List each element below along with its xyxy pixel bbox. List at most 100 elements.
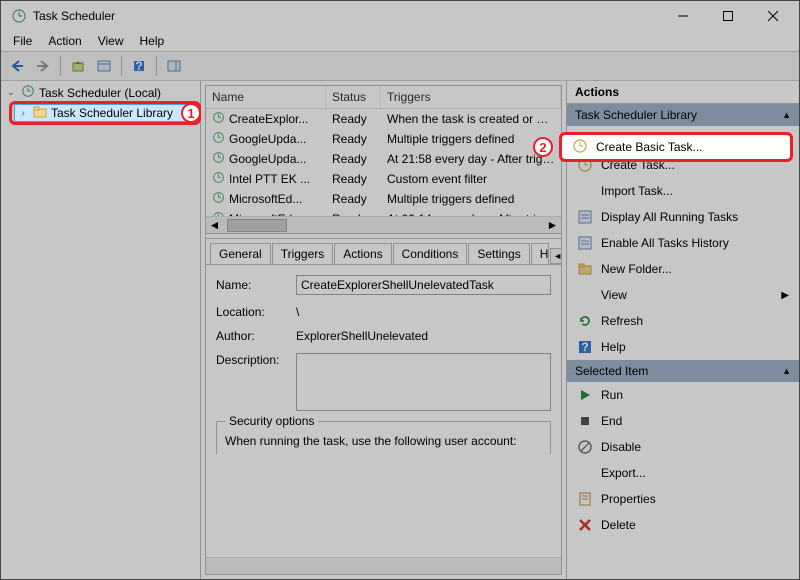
action-view[interactable]: View▶ <box>567 282 799 308</box>
forward-button[interactable] <box>31 54 55 78</box>
delete-icon <box>577 517 593 533</box>
collapse-icon[interactable]: ▲ <box>782 366 791 376</box>
svg-text:?: ? <box>581 340 588 354</box>
task-row[interactable]: MicrosoftEd...ReadyMultiple triggers def… <box>206 189 561 209</box>
action-run[interactable]: Run <box>567 382 799 408</box>
tabs-scroll-left[interactable]: ◄ <box>550 248 561 264</box>
menu-help[interactable]: Help <box>132 32 173 50</box>
detail-name-input[interactable] <box>296 275 551 295</box>
tab-settings[interactable]: Settings <box>468 243 529 264</box>
action-label: Disable <box>601 440 641 454</box>
task-triggers: Multiple triggers defined <box>381 190 561 208</box>
action-label: Export... <box>601 466 646 480</box>
scroll-right-icon[interactable]: ► <box>544 217 561 234</box>
clock-icon <box>572 138 588 157</box>
detail-horizontal-scrollbar[interactable] <box>206 557 561 574</box>
task-status: Ready <box>326 210 381 216</box>
action-import-task[interactable]: Import Task... <box>567 178 799 204</box>
run-icon <box>577 387 593 403</box>
list-run-icon <box>577 209 593 225</box>
none-icon <box>577 183 593 199</box>
detail-name-label: Name: <box>216 278 296 292</box>
tab-conditions[interactable]: Conditions <box>393 243 468 264</box>
tab-general[interactable]: General <box>210 243 271 264</box>
action-refresh[interactable]: Refresh <box>567 308 799 334</box>
task-clock-icon <box>212 191 225 207</box>
action-properties[interactable]: Properties <box>567 486 799 512</box>
close-button[interactable] <box>750 1 795 31</box>
tree-root-node[interactable]: ⌄ Task Scheduler (Local) <box>3 83 198 102</box>
task-status: Ready <box>326 150 381 168</box>
actions-group-selected[interactable]: Selected Item ▲ <box>567 360 799 382</box>
action-label: Run <box>601 388 623 402</box>
expand-icon[interactable]: ⌄ <box>5 87 17 99</box>
back-button[interactable] <box>5 54 29 78</box>
action-display-all-running-tasks[interactable]: Display All Running Tasks <box>567 204 799 230</box>
task-scheduler-root-icon <box>21 84 35 101</box>
tab-actions[interactable]: Actions <box>334 243 391 264</box>
menu-view[interactable]: View <box>90 32 132 50</box>
task-list-header[interactable]: Name Status Triggers <box>206 86 561 109</box>
center-pane: Name Status Triggers CreateExplor...Read… <box>201 81 567 579</box>
task-row[interactable]: GoogleUpda...ReadyAt 21:58 every day - A… <box>206 149 561 169</box>
scrollbar-thumb[interactable] <box>227 219 287 232</box>
task-list[interactable]: Name Status Triggers CreateExplor...Read… <box>206 86 561 234</box>
task-triggers: At 09:14 every day - After triggered <box>381 210 561 216</box>
end-icon <box>577 413 593 429</box>
properties-button[interactable] <box>92 54 116 78</box>
task-triggers: Custom event filter <box>381 170 561 188</box>
highlighted-action-label: Create Basic Task... <box>596 140 703 154</box>
task-name: CreateExplor... <box>229 112 308 126</box>
action-enable-all-tasks-history[interactable]: Enable All Tasks History <box>567 230 799 256</box>
column-triggers[interactable]: Triggers <box>381 86 561 108</box>
action-export[interactable]: Export... <box>567 460 799 486</box>
tree-root-label: Task Scheduler (Local) <box>39 86 161 100</box>
actions-group-library[interactable]: Task Scheduler Library ▲ <box>567 104 799 126</box>
panes-button[interactable] <box>162 54 186 78</box>
action-label: Refresh <box>601 314 643 328</box>
tab-history[interactable]: H <box>531 243 549 264</box>
menu-action[interactable]: Action <box>40 32 89 50</box>
help-icon: ? <box>577 339 593 355</box>
maximize-button[interactable] <box>705 1 750 31</box>
detail-author-value: ExplorerShellUnelevated <box>296 329 551 343</box>
action-delete[interactable]: Delete <box>567 512 799 538</box>
collapse-icon[interactable]: ▲ <box>782 110 791 120</box>
tree-pane[interactable]: ⌄ Task Scheduler (Local) › Task Schedule… <box>1 81 201 579</box>
tab-triggers[interactable]: Triggers <box>272 243 334 264</box>
task-name: MicrosoftEd... <box>229 212 302 216</box>
refresh-icon <box>577 313 593 329</box>
action-label: View <box>601 288 627 302</box>
task-detail: General Triggers Actions Conditions Sett… <box>206 238 561 574</box>
scroll-left-icon[interactable]: ◄ <box>206 217 223 234</box>
up-button[interactable] <box>66 54 90 78</box>
task-row[interactable]: CreateExplor...ReadyWhen the task is cre… <box>206 109 561 129</box>
action-label: Properties <box>601 492 656 506</box>
menu-file[interactable]: File <box>5 32 40 50</box>
highlighted-tree-library[interactable]: › Task Scheduler Library <box>14 104 196 122</box>
highlighted-tree-label: Task Scheduler Library <box>51 106 173 120</box>
action-disable[interactable]: Disable <box>567 434 799 460</box>
task-clock-icon <box>212 151 225 167</box>
task-clock-icon <box>212 131 225 147</box>
disable-icon <box>577 439 593 455</box>
task-row[interactable]: GoogleUpda...ReadyMultiple triggers defi… <box>206 129 561 149</box>
minimize-button[interactable] <box>660 1 705 31</box>
expand-icon[interactable]: › <box>17 107 29 119</box>
action-label: Enable All Tasks History <box>601 236 729 250</box>
help-button[interactable]: ? <box>127 54 151 78</box>
library-folder-icon <box>33 105 47 122</box>
column-name[interactable]: Name <box>206 86 326 108</box>
action-label: Help <box>601 340 626 354</box>
action-help[interactable]: ? Help <box>567 334 799 360</box>
action-new-folder[interactable]: New Folder... <box>567 256 799 282</box>
task-row[interactable]: Intel PTT EK ...ReadyCustom event filter <box>206 169 561 189</box>
svg-text:?: ? <box>135 59 142 73</box>
detail-description-input[interactable] <box>296 353 551 411</box>
task-scheduler-icon <box>11 8 27 24</box>
column-status[interactable]: Status <box>326 86 381 108</box>
action-end[interactable]: End <box>567 408 799 434</box>
highlighted-action-create-basic[interactable]: Create Basic Task... <box>562 135 790 159</box>
list-horizontal-scrollbar[interactable]: ◄ ► <box>206 216 561 233</box>
task-row[interactable]: MicrosoftEd... ReadyAt 09:14 every day - … <box>206 209 561 216</box>
